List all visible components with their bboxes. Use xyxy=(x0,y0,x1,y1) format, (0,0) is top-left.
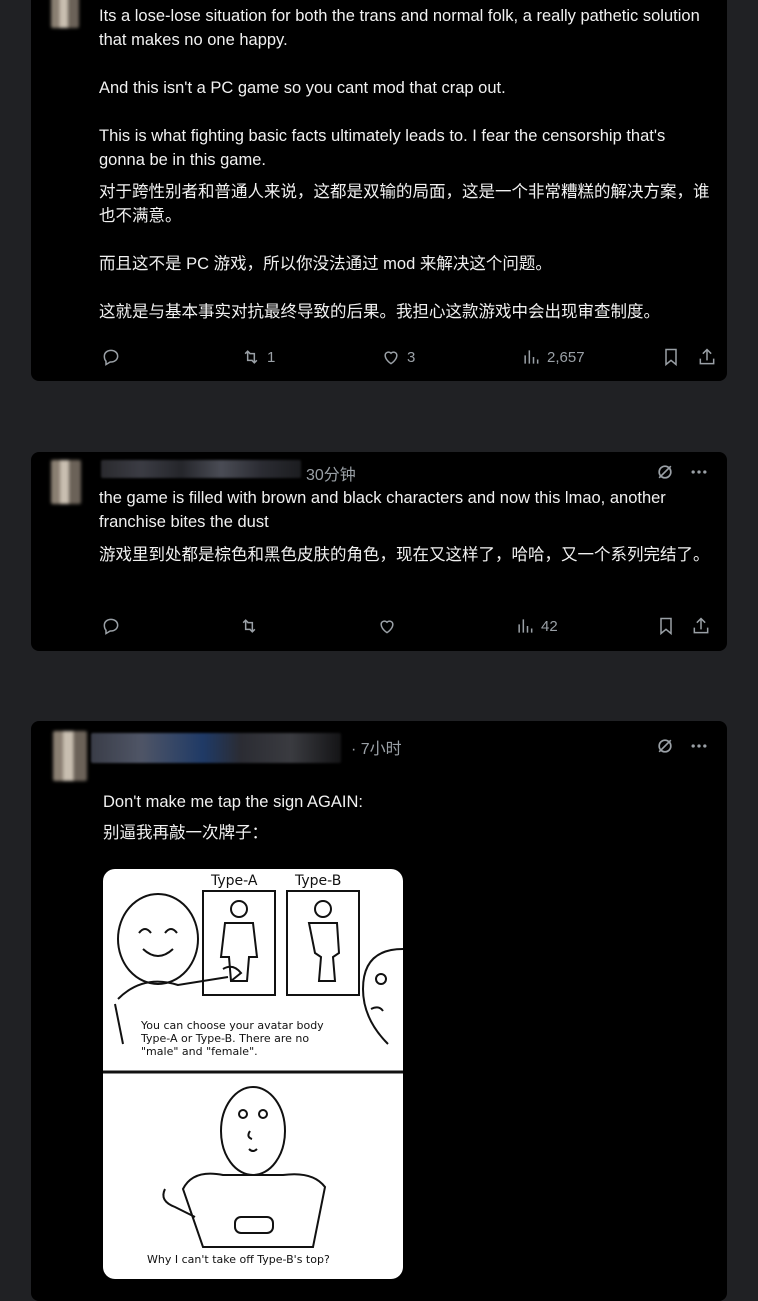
post-card-3: · 7小时 Don't make me tap the sign AGAIN: … xyxy=(31,721,727,1301)
type-b-label: Type-B xyxy=(295,873,342,889)
more-icon[interactable] xyxy=(689,462,709,482)
repost-button[interactable] xyxy=(239,616,259,636)
post-text-en: Don't make me tap the sign AGAIN: xyxy=(103,793,363,811)
post-text-en: the game is filled with brown and black … xyxy=(99,489,671,531)
action-bar: 42 xyxy=(101,616,715,640)
bookmark-button[interactable] xyxy=(656,616,676,636)
like-count: 3 xyxy=(407,348,416,366)
post-card-1: Its a lose-lose situation for both the t… xyxy=(31,0,727,381)
repost-count: 1 xyxy=(267,348,276,366)
repost-icon xyxy=(242,619,256,633)
share-button[interactable] xyxy=(691,616,711,636)
views-button[interactable]: 2,657 xyxy=(521,347,585,367)
meme-caption-1: You can choose your avatar body Type-A o… xyxy=(141,1019,324,1058)
repost-icon xyxy=(244,350,258,364)
meme-drawing xyxy=(103,890,403,1248)
post-text-zh: 对于跨性别者和普通人来说，这都是双输的局面，这是一个非常糟糕的解决方案，谁也不满… xyxy=(99,183,710,321)
share-icon xyxy=(699,348,715,365)
like-icon xyxy=(384,351,398,365)
avatar[interactable] xyxy=(51,460,81,504)
meme-image[interactable]: Type-A Type-B You can choose your avatar… xyxy=(103,869,403,1279)
like-button[interactable]: 3 xyxy=(381,347,415,367)
grok-icon[interactable] xyxy=(655,736,675,756)
share-icon xyxy=(693,617,709,634)
more-icon[interactable] xyxy=(689,736,709,756)
like-button[interactable] xyxy=(377,616,397,636)
post-text-zh: 游戏里到处都是棕色和黑色皮肤的角色，现在又这样了，哈哈，又一个系列完结了。 xyxy=(99,546,710,564)
avatar[interactable] xyxy=(51,0,79,28)
bookmark-button[interactable] xyxy=(661,347,681,367)
reply-icon xyxy=(103,618,119,635)
views-icon xyxy=(524,350,539,364)
action-bar: 1 3 2,657 xyxy=(101,347,715,371)
share-button[interactable] xyxy=(697,347,717,367)
post-text-zh: 别逼我再敲一次牌子： xyxy=(103,824,268,842)
post-time[interactable]: 30分钟 xyxy=(306,461,356,485)
reply-button[interactable] xyxy=(101,616,121,636)
post-text-en: Its a lose-lose situation for both the t… xyxy=(99,7,700,169)
user-name[interactable] xyxy=(101,460,301,478)
meme-caption-2: Why I can't take off Type-B's top? xyxy=(147,1253,330,1266)
reply-button[interactable] xyxy=(101,347,121,367)
type-a-label: Type-A xyxy=(211,873,258,889)
views-icon xyxy=(518,619,533,633)
avatar[interactable] xyxy=(53,731,87,781)
post-time[interactable]: · 7小时 xyxy=(351,735,402,759)
reply-icon xyxy=(103,349,119,366)
repost-button[interactable]: 1 xyxy=(241,347,275,367)
user-name[interactable] xyxy=(91,733,341,763)
bookmark-icon xyxy=(660,617,672,636)
grok-icon[interactable] xyxy=(655,462,675,482)
views-count: 42 xyxy=(541,617,558,635)
post-card-2: 30分钟 the game is filled with brown and b… xyxy=(31,452,727,651)
like-icon xyxy=(380,620,394,634)
views-button[interactable]: 42 xyxy=(515,616,558,636)
bookmark-icon xyxy=(665,348,677,367)
views-count: 2,657 xyxy=(547,348,585,366)
